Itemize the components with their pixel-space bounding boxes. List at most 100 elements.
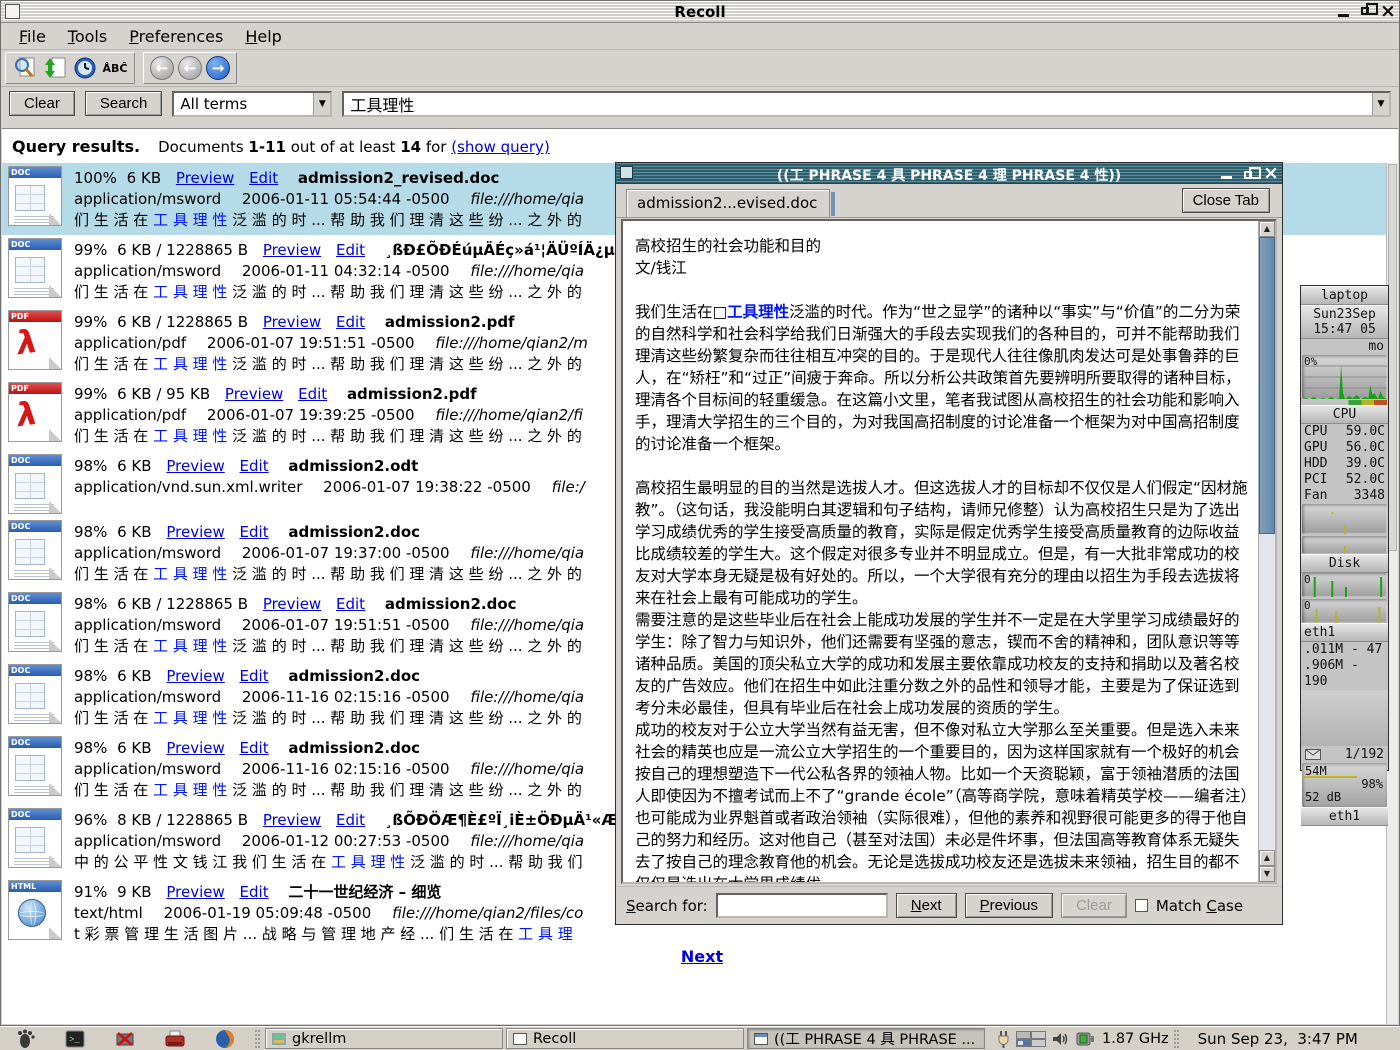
edit-link[interactable]: Edit: [240, 667, 269, 685]
chevron-down-icon[interactable]: ▼: [1372, 93, 1389, 115]
disk-chart-2[interactable]: 0: [1302, 599, 1387, 623]
sort-params-icon[interactable]: [42, 55, 68, 81]
close-button[interactable]: ×: [1262, 165, 1280, 183]
fs-volume-panel[interactable]: 54M 98% 52 dB: [1302, 763, 1387, 807]
preview-link[interactable]: Preview: [263, 241, 321, 259]
edit-link[interactable]: Edit: [240, 883, 269, 901]
edit-link[interactable]: Edit: [240, 739, 269, 757]
edit-link[interactable]: Edit: [336, 595, 365, 613]
taskbar-task-recoll[interactable]: Recoll: [506, 1028, 744, 1049]
preview-link[interactable]: Preview: [263, 811, 321, 829]
cpu-chart[interactable]: 0%: [1302, 355, 1387, 399]
hostname-label[interactable]: laptop: [1301, 286, 1388, 305]
preview-titlebar[interactable]: ((工 PHRASE 4 具 PHRASE 4 理 PHRASE 4 性)) ×: [616, 163, 1282, 184]
edit-link[interactable]: Edit: [336, 811, 365, 829]
file-size: 6 KB / 1228865 B: [117, 595, 248, 613]
result-title: admission2.odt: [288, 457, 418, 475]
fan-chart-2[interactable]: [1302, 536, 1387, 554]
file-type-icon: HTML λ: [8, 880, 62, 940]
find-next-button[interactable]: Next: [896, 893, 957, 918]
gnome-menu-icon[interactable]: [10, 1028, 40, 1050]
recoll-titlebar[interactable]: Recoll ×: [1, 1, 1399, 23]
find-input[interactable]: [716, 893, 888, 918]
cpufreq-battery-icon[interactable]: [1076, 1031, 1096, 1047]
scroll-up-icon[interactable]: ▲: [1259, 221, 1275, 237]
preview-link[interactable]: Preview: [263, 595, 321, 613]
tab-document[interactable]: admission2...evised.doc: [626, 189, 830, 217]
eth1-label[interactable]: eth1: [1301, 623, 1388, 642]
file-type-icon: DOC λ: [8, 592, 62, 652]
minimize-button[interactable]: [1335, 3, 1353, 21]
edit-link[interactable]: Edit: [336, 241, 365, 259]
preview-link[interactable]: Preview: [166, 457, 224, 475]
edit-link[interactable]: Edit: [249, 169, 278, 187]
disk-section-label[interactable]: Disk: [1301, 554, 1388, 573]
find-clear-button[interactable]: Clear: [1061, 893, 1127, 918]
close-tab-button[interactable]: Close Tab: [1182, 188, 1270, 213]
prev-page-icon[interactable]: ←: [178, 56, 202, 80]
mail-monitor[interactable]: 1/192: [1301, 746, 1388, 763]
preview-scrollbar[interactable]: ▲ ▲ ▼: [1258, 221, 1275, 882]
preview-link[interactable]: Preview: [263, 313, 321, 331]
advanced-search-icon[interactable]: [12, 55, 38, 81]
workspace-pager-icon[interactable]: [1016, 1031, 1046, 1047]
panel-handle[interactable]: [1173, 1030, 1180, 1048]
taskbar-task-gkrellm[interactable]: gkrellm: [265, 1028, 503, 1049]
panel-handle[interactable]: [254, 1030, 261, 1048]
file-type-icon: PDF λ: [8, 310, 62, 370]
search-button[interactable]: Search: [85, 91, 163, 116]
search-mode-select[interactable]: All terms ▼: [172, 91, 332, 117]
firefox-icon[interactable]: [210, 1028, 240, 1050]
first-page-icon[interactable]: ←: [150, 56, 174, 80]
maximize-button[interactable]: [1240, 165, 1258, 183]
show-query-link[interactable]: (show query): [451, 138, 550, 156]
preview-window-title: ((工 PHRASE 4 具 PHRASE 4 理 PHRASE 4 性)): [616, 165, 1282, 185]
volume-speaker-icon[interactable]: [1052, 1031, 1070, 1047]
edit-link[interactable]: Edit: [240, 457, 269, 475]
find-previous-button[interactable]: Previous: [965, 893, 1053, 918]
clear-button[interactable]: Clear: [9, 91, 75, 116]
close-button[interactable]: ×: [1379, 3, 1397, 21]
preview-link[interactable]: Preview: [166, 883, 224, 901]
mimetype: application/msword: [74, 544, 221, 562]
restore-button[interactable]: [1357, 3, 1375, 21]
disk-chart-1[interactable]: 0: [1302, 573, 1387, 597]
mimetype: application/msword: [74, 190, 221, 208]
taskbar-clock[interactable]: Sun Sep 23, 3:47 PM: [1198, 1030, 1368, 1048]
file-size: 6 KB / 1228865 B: [117, 241, 248, 259]
preview-link[interactable]: Preview: [225, 385, 283, 403]
scrollbar-thumb[interactable]: [1259, 237, 1275, 534]
term-explorer-icon[interactable]: ÅBĈ: [102, 55, 128, 81]
menu-preferences[interactable]: Preferences: [119, 25, 233, 48]
minimize-button[interactable]: [1218, 165, 1236, 183]
power-plug-icon[interactable]: [996, 1030, 1010, 1048]
preview-link[interactable]: Preview: [166, 739, 224, 757]
next-page-link[interactable]: Next: [681, 947, 723, 966]
edit-link[interactable]: Edit: [240, 523, 269, 541]
preview-link[interactable]: Preview: [166, 523, 224, 541]
history-clock-icon[interactable]: [72, 55, 98, 81]
chevron-down-icon[interactable]: ▼: [313, 93, 330, 115]
scroll-up-icon[interactable]: ▲: [1259, 850, 1275, 866]
search-input[interactable]: [344, 93, 1372, 115]
menu-help[interactable]: Help: [235, 25, 291, 48]
taskbar-task-preview[interactable]: ((工 PHRASE 4 具 PHRASE ...: [747, 1028, 985, 1049]
fan-chart[interactable]: [1302, 504, 1387, 534]
cpu-section-label[interactable]: CPU: [1301, 405, 1388, 424]
doc-byline: 文/钱江: [635, 257, 1250, 279]
match-case-checkbox[interactable]: [1135, 899, 1148, 912]
next-page-icon[interactable]: →: [206, 56, 230, 80]
query-combo[interactable]: ▼: [342, 91, 1391, 117]
preview-link[interactable]: Preview: [176, 169, 234, 187]
scroll-down-icon[interactable]: ▼: [1259, 866, 1275, 882]
edit-link[interactable]: Edit: [298, 385, 327, 403]
iface-bottom-label[interactable]: eth1: [1301, 807, 1388, 826]
terminal-icon[interactable]: >_: [60, 1028, 90, 1050]
edit-link[interactable]: Edit: [336, 313, 365, 331]
menu-tools[interactable]: Tools: [58, 25, 117, 48]
highlighted-term: 工 具 理 性: [153, 565, 227, 583]
menu-file[interactable]: File: [9, 25, 56, 48]
typewriter-icon[interactable]: [160, 1028, 190, 1050]
preview-link[interactable]: Preview: [166, 667, 224, 685]
keyboard-disable-icon[interactable]: [110, 1028, 140, 1050]
